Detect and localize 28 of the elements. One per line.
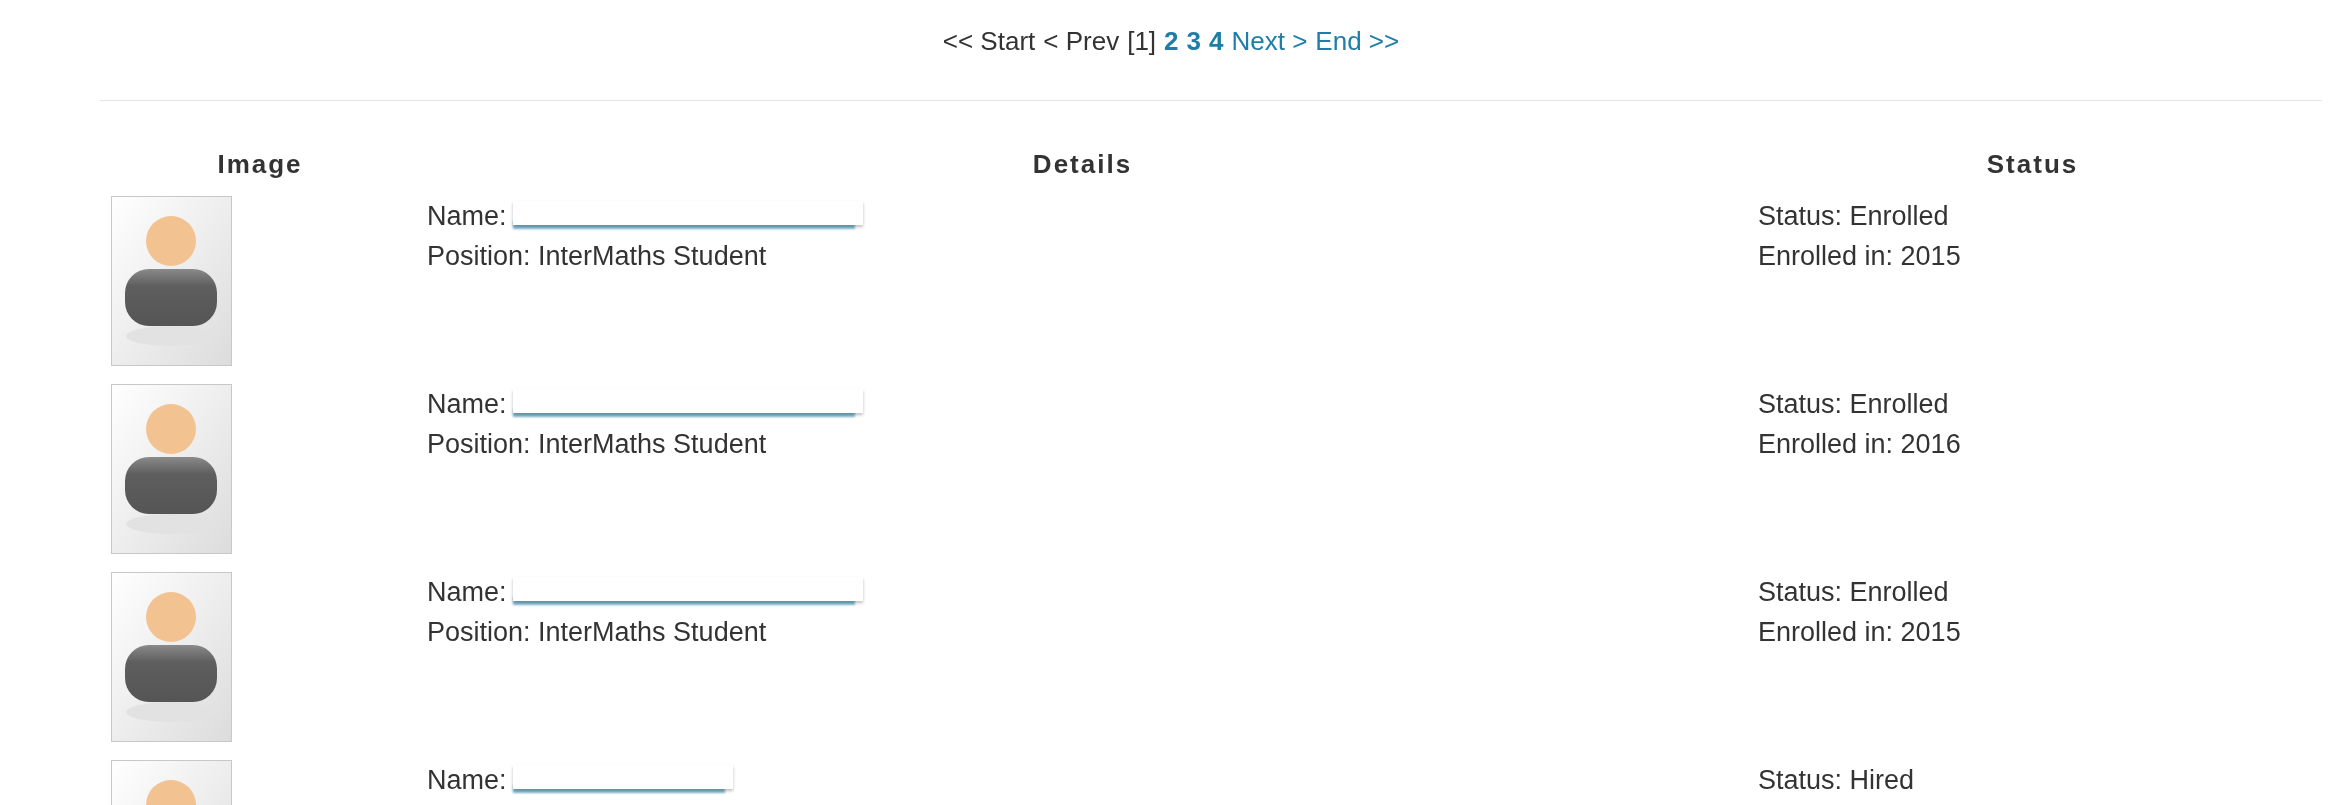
status-text: Status: Hired xyxy=(1758,764,1916,796)
page-link[interactable]: [1] xyxy=(1127,22,1157,70)
pagination-link[interactable]: Next > xyxy=(1231,22,1308,70)
avatar-placeholder-icon xyxy=(111,196,232,366)
status-text: Status: Enrolled xyxy=(1758,576,1950,608)
position-text: Position: InterMaths Student xyxy=(427,428,768,460)
pagination-link[interactable]: < Prev xyxy=(1043,22,1120,70)
name-label: Name: xyxy=(427,388,507,420)
enrolled-year-text: Enrolled in: 2015 xyxy=(1758,616,1962,648)
page-link[interactable]: 4 xyxy=(1209,22,1224,70)
pagination-link[interactable]: << Start xyxy=(942,22,1036,70)
column-header: Image xyxy=(217,148,303,181)
status-text: Status: Enrolled xyxy=(1758,388,1950,420)
column-header: Details xyxy=(1032,148,1133,181)
position-text: Position: InterMaths Student xyxy=(427,616,768,648)
enrolled-year-text: Enrolled in: 2015 xyxy=(1758,240,1962,272)
avatar-placeholder-icon xyxy=(111,384,232,554)
avatar-placeholder-icon xyxy=(111,572,232,742)
position-text: Position: InterMaths Student xyxy=(427,240,768,272)
name-label: Name: xyxy=(427,764,507,796)
name-label: Name: xyxy=(427,576,507,608)
page-link[interactable]: 2 xyxy=(1164,22,1179,70)
status-text: Status: Enrolled xyxy=(1758,200,1950,232)
page-link[interactable]: 3 xyxy=(1186,22,1201,70)
column-header: Status xyxy=(1986,148,2079,181)
enrolled-year-text: Enrolled in: 2016 xyxy=(1758,428,1962,460)
name-label: Name: xyxy=(427,200,507,232)
pagination-link[interactable]: End >> xyxy=(1315,22,1400,70)
